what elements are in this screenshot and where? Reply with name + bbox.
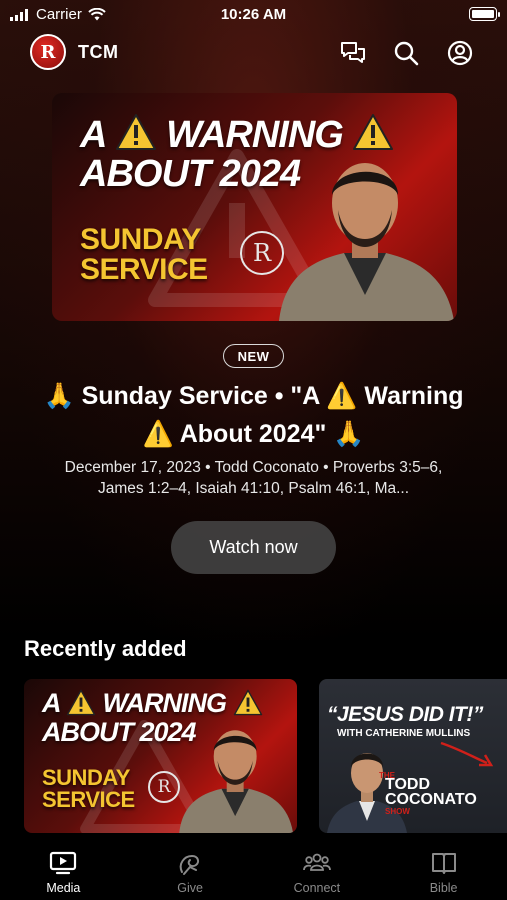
profile-icon[interactable]: [447, 40, 473, 66]
speaker-photo: [279, 163, 454, 321]
recently-added-heading: Recently added: [24, 636, 187, 661]
card-title-line1: A WARNING: [42, 689, 263, 718]
give-icon: [179, 854, 200, 875]
thumb-title-line1: A WARNING: [80, 113, 394, 155]
tab-give[interactable]: Give: [127, 840, 254, 900]
hero-thumbnail[interactable]: A WARNING ABOUT 2024 SUNDAY SERVICE R: [52, 93, 457, 321]
card-word-a: A: [42, 688, 60, 718]
tab-bible[interactable]: Bible: [380, 840, 507, 900]
app-name: TCM: [78, 42, 119, 62]
people-icon: [302, 853, 331, 871]
hero-meta: December 17, 2023 • Todd Coconato • Prov…: [64, 459, 443, 497]
new-badge: NEW: [223, 344, 284, 368]
battery-icon: [469, 7, 500, 21]
book-icon: [431, 853, 456, 874]
speaker-photo: [179, 730, 294, 833]
card-quote: “JESUS DID IT!”: [327, 703, 483, 726]
watch-now-button[interactable]: Watch now: [171, 521, 336, 574]
tab-label: Connect: [293, 881, 341, 895]
tab-label: Bible: [429, 881, 458, 895]
tab-media[interactable]: Media: [0, 840, 127, 900]
card-word-warning: WARNING: [102, 688, 227, 718]
thumb-word-a: A: [80, 114, 106, 156]
arrow-icon: [440, 741, 494, 767]
status-bar: Carrier 10:26 AM: [0, 0, 507, 30]
tab-label: Give: [177, 881, 203, 895]
tv-play-icon: [50, 851, 77, 875]
card-title-line2: ABOUT 2024: [42, 717, 197, 747]
thumb-sub-line2: SERVICE: [80, 253, 208, 286]
warning-icon: [66, 689, 96, 716]
tab-connect[interactable]: Connect: [254, 840, 381, 900]
card-sub-line1: SUNDAY: [42, 765, 130, 790]
warning-icon: [233, 689, 262, 716]
thumb-sub-line1: SUNDAY: [80, 223, 201, 256]
warning-icon: [115, 114, 156, 150]
search-icon[interactable]: [393, 40, 419, 66]
thumb-title-line2: ABOUT 2024: [80, 153, 301, 195]
card-guest: WITH CATHERINE MULLINS: [337, 728, 471, 739]
app-header: R TCM: [0, 32, 507, 76]
clock: 10:26 AM: [220, 6, 287, 23]
show-name-2: COCONATO: [385, 791, 477, 808]
warning-icon: [353, 114, 394, 150]
recent-card[interactable]: “JESUS DID IT!” WITH CATHERINE MULLINS T…: [319, 679, 507, 833]
card-sub-line2: SERVICE: [42, 787, 135, 812]
recent-card[interactable]: A WARNING ABOUT 2024 SUNDAY SERVICE R: [24, 679, 297, 833]
app-logo[interactable]: R: [30, 34, 66, 70]
tab-bar: Media Give Connect Bible: [0, 840, 507, 900]
tab-label: Media: [46, 881, 81, 895]
show-word: SHOW: [385, 807, 410, 816]
chat-icon[interactable]: [340, 40, 366, 66]
show-name-1: TODD: [385, 776, 431, 793]
thumb-word-warning: WARNING: [166, 114, 344, 156]
hero-title[interactable]: 🙏 Sunday Service • "A ⚠️ Warning ⚠️ Abou…: [30, 377, 477, 453]
